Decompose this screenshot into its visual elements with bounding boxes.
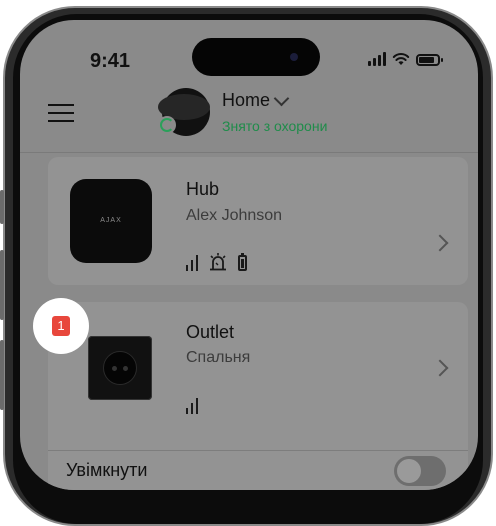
step-number-badge: 1 bbox=[52, 316, 70, 336]
signal-strength-icon bbox=[186, 398, 198, 414]
camera-dot bbox=[290, 53, 298, 61]
device-owner: Alex Johnson bbox=[186, 207, 283, 224]
phone-volume-up-button bbox=[0, 250, 4, 320]
card-divider bbox=[48, 450, 468, 451]
power-toggle-label: Увімкнути bbox=[66, 460, 148, 480]
hub-name: Home bbox=[222, 90, 271, 110]
chevron-right-icon bbox=[431, 234, 449, 252]
siren-icon bbox=[210, 253, 226, 271]
signal-icon bbox=[368, 52, 386, 66]
outlet-device-image bbox=[88, 336, 152, 400]
app-screen: 9:41 Home Знято з охорони AJAX Hub Alex … bbox=[20, 20, 478, 490]
device-status-icons bbox=[186, 253, 247, 271]
chevron-down-icon bbox=[273, 90, 290, 106]
hamburger-menu-icon[interactable] bbox=[48, 104, 74, 122]
battery-icon bbox=[238, 253, 247, 271]
device-card-outlet[interactable]: Outlet Спальня Увімкнути bbox=[48, 302, 468, 490]
status-time: 9:41 bbox=[90, 50, 131, 72]
hub-device-image: AJAX bbox=[70, 179, 152, 263]
hub-selector[interactable]: Home bbox=[222, 90, 290, 111]
device-name: Hub bbox=[186, 179, 220, 199]
wifi-icon bbox=[392, 53, 410, 65]
device-status-icons bbox=[186, 398, 198, 414]
signal-strength-icon bbox=[186, 255, 198, 271]
chevron-right-icon bbox=[431, 359, 449, 377]
tutorial-step-marker: 1 bbox=[33, 298, 89, 354]
phone-volume-down-button bbox=[0, 340, 4, 410]
arm-status: Знято з охорони bbox=[222, 118, 328, 134]
phone-side-button bbox=[0, 190, 4, 224]
status-icons bbox=[368, 52, 443, 66]
power-toggle[interactable] bbox=[394, 456, 446, 486]
device-room: Спальня bbox=[186, 349, 251, 366]
app-header: Home Знято з охорони bbox=[20, 82, 478, 146]
device-name: Outlet bbox=[186, 322, 235, 342]
header-divider bbox=[20, 152, 478, 153]
status-bar: 9:41 bbox=[20, 20, 478, 80]
dynamic-island bbox=[192, 38, 320, 76]
battery-icon bbox=[416, 54, 443, 66]
device-card-hub[interactable]: AJAX Hub Alex Johnson bbox=[48, 157, 468, 285]
disarmed-icon bbox=[158, 116, 176, 134]
